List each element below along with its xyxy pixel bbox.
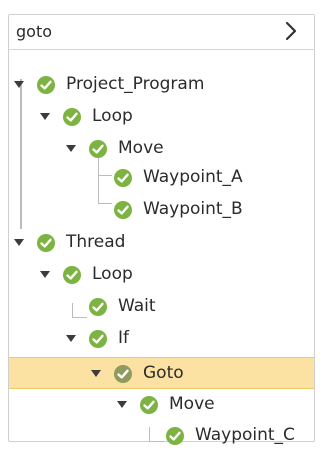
expand-arrow-icon[interactable]	[66, 335, 76, 342]
tree-node-thread[interactable]: Thread	[9, 229, 314, 257]
expand-arrow-icon[interactable]	[14, 239, 24, 246]
check-circle-icon	[113, 364, 133, 384]
tree-node-waypoint-a[interactable]: Waypoint_A	[9, 164, 314, 192]
expand-arrow-icon[interactable]	[14, 81, 24, 88]
tree-node-label: Move	[169, 394, 215, 414]
tree-node-label: Move	[118, 138, 164, 158]
program-tree-panel: goto Project_Program Loop Move Waypoint_…	[8, 14, 315, 445]
tree-node-label: Loop	[92, 106, 133, 126]
expand-arrow-icon[interactable]	[91, 370, 101, 377]
tree-node-move[interactable]: Move	[9, 391, 314, 419]
chevron-right-icon[interactable]	[282, 20, 300, 42]
tree-node-label: Waypoint_C	[195, 425, 295, 445]
expand-arrow-icon[interactable]	[66, 145, 76, 152]
check-circle-icon	[36, 233, 56, 253]
tree-node-loop[interactable]: Loop	[9, 261, 314, 289]
tree-node-project-program[interactable]: Project_Program	[9, 71, 314, 99]
panel-header: goto	[9, 15, 314, 50]
tree-node-label: Waypoint_A	[143, 167, 243, 187]
tree-node-move[interactable]: Move	[9, 135, 314, 163]
tree-node-label: Goto	[143, 363, 184, 383]
check-circle-icon	[62, 107, 82, 127]
tree-node-if[interactable]: If	[9, 325, 314, 353]
program-tree: Project_Program Loop Move Waypoint_A Way…	[9, 49, 314, 445]
expand-arrow-icon[interactable]	[40, 271, 50, 278]
check-circle-icon	[88, 139, 108, 159]
check-circle-icon	[36, 75, 56, 95]
check-circle-icon	[139, 395, 159, 415]
check-circle-icon	[113, 200, 133, 220]
tree-node-label: Wait	[118, 296, 156, 316]
check-circle-icon	[88, 329, 108, 349]
tree-node-label: Loop	[92, 264, 133, 284]
tree-node-label: Waypoint_B	[143, 199, 243, 219]
tree-node-label: Project_Program	[66, 74, 205, 94]
check-circle-icon	[165, 426, 185, 446]
expand-arrow-icon[interactable]	[117, 401, 127, 408]
check-circle-icon	[88, 297, 108, 317]
panel-title: goto	[16, 22, 53, 41]
tree-node-wait[interactable]: Wait	[9, 293, 314, 321]
check-circle-icon	[113, 168, 133, 188]
check-circle-icon	[62, 265, 82, 285]
expand-arrow-icon[interactable]	[40, 113, 50, 120]
tree-node-waypoint-b[interactable]: Waypoint_B	[9, 196, 314, 224]
tree-node-goto[interactable]: Goto	[9, 357, 314, 389]
tree-node-loop[interactable]: Loop	[9, 103, 314, 131]
tree-node-label: If	[118, 328, 129, 348]
tree-node-label: Thread	[66, 232, 126, 252]
